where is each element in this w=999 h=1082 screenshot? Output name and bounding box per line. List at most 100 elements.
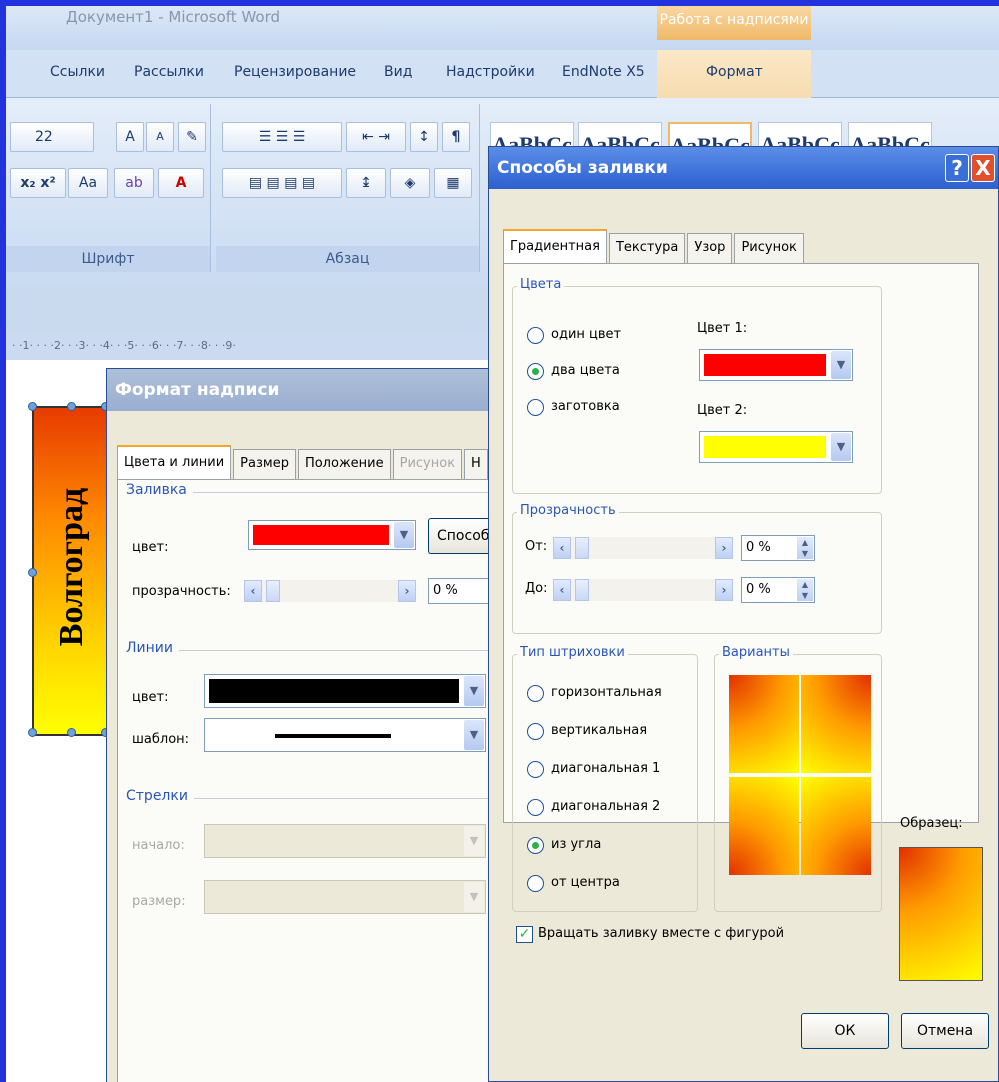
fill-dialog-tabs: Градиентная Текстура Узор Рисунок	[503, 229, 806, 263]
from-slider[interactable]: ‹ ›	[553, 537, 733, 559]
radio-two-colors[interactable]	[527, 363, 544, 380]
variant-top-left[interactable]	[729, 675, 799, 773]
highlight-icon[interactable]: ab	[114, 168, 154, 198]
tab-more[interactable]: Н	[464, 449, 488, 479]
fill-color-dropdown[interactable]: ▼	[248, 520, 416, 550]
tab-format[interactable]: Формат	[706, 64, 763, 80]
resize-handle[interactable]	[28, 402, 37, 411]
arrow-size-dropdown: ▼	[204, 880, 486, 914]
shrink-font-button[interactable]: A	[146, 122, 174, 152]
radio-diagonal-2-label: диагональная 2	[551, 799, 661, 814]
format-dialog-panel: Заливка цвет: ▼ Способы прозрачность: ‹ …	[117, 479, 538, 1082]
pilcrow-icon[interactable]: ¶	[442, 122, 470, 152]
radio-preset-label: заготовка	[551, 399, 620, 414]
borders-icon[interactable]: ▦	[434, 168, 472, 198]
spin-icon[interactable]: ▲ ▼	[797, 579, 813, 601]
tab-picture[interactable]: Рисунок	[392, 449, 463, 479]
rotate-fill-checkbox[interactable]: ✓	[516, 926, 533, 943]
slider-thumb[interactable]	[575, 579, 589, 601]
slider-left-icon[interactable]: ‹	[244, 580, 262, 602]
resize-handle[interactable]	[28, 568, 37, 577]
line-spacing-icon[interactable]: ↨	[346, 168, 386, 198]
resize-handle[interactable]	[28, 728, 37, 737]
color1-dropdown[interactable]: ▼	[699, 349, 853, 381]
variant-bottom-left[interactable]	[729, 777, 799, 875]
transparency-group-label: Прозрачность	[517, 503, 619, 518]
font-color-icon[interactable]: A	[158, 168, 204, 198]
resize-handle[interactable]	[67, 402, 76, 411]
fill-section-label: Заливка	[126, 482, 193, 498]
tab-mailings[interactable]: Рассылки	[134, 64, 204, 80]
cancel-button[interactable]: Отмена	[901, 1013, 989, 1049]
change-case-button[interactable]: Aa	[68, 168, 108, 198]
slider-thumb[interactable]	[266, 580, 280, 602]
tab-picture[interactable]: Рисунок	[734, 233, 804, 263]
to-slider[interactable]: ‹ ›	[553, 579, 733, 601]
tab-view[interactable]: Вид	[384, 64, 412, 80]
radio-diagonal-1[interactable]	[527, 761, 544, 778]
slider-thumb[interactable]	[575, 537, 589, 559]
tab-endnote[interactable]: EndNote X5	[562, 64, 645, 80]
tab-texture[interactable]: Текстура	[608, 233, 686, 263]
close-icon[interactable]: X	[971, 154, 995, 182]
tab-references[interactable]: Ссылки	[50, 64, 105, 80]
slider-right-icon[interactable]: ›	[398, 580, 416, 602]
radio-diagonal-2[interactable]	[527, 799, 544, 816]
fill-dialog-title: Способы заливки	[489, 147, 998, 189]
slider-right-icon[interactable]: ›	[715, 537, 733, 559]
radio-vertical[interactable]	[527, 723, 544, 740]
transparency-label: прозрачность:	[132, 584, 231, 599]
arrow-begin-label: начало:	[132, 838, 185, 853]
radio-horizontal[interactable]	[527, 685, 544, 702]
indent-buttons[interactable]: ⇤ ⇥	[346, 122, 406, 152]
slider-left-icon[interactable]: ‹	[553, 579, 571, 601]
subscript-button[interactable]: x₂ x²	[10, 168, 66, 198]
divider	[188, 492, 538, 493]
line-pattern-preview	[275, 734, 391, 738]
tab-addins[interactable]: Надстройки	[446, 64, 535, 80]
variant-top-right[interactable]	[801, 675, 871, 773]
help-icon[interactable]: ?	[945, 154, 969, 182]
radio-from-corner[interactable]	[527, 837, 544, 854]
font-size-box[interactable]: 22	[10, 122, 94, 152]
tab-gradient[interactable]: Градиентная	[503, 229, 607, 263]
tab-size[interactable]: Размер	[233, 449, 296, 479]
radio-from-center[interactable]	[527, 875, 544, 892]
variant-bottom-right[interactable]	[801, 777, 871, 875]
to-input[interactable]: 0 % ▲ ▼	[741, 577, 815, 603]
color2-swatch	[704, 436, 826, 458]
tab-review[interactable]: Рецензирование	[234, 64, 356, 80]
rotate-fill-label: Вращать заливку вместе с фигурой	[538, 926, 785, 941]
tab-position[interactable]: Положение	[297, 449, 391, 479]
shading-group: Тип штриховки горизонтальная вертикальна…	[512, 645, 698, 912]
ribbon-tabs: Ссылки Рассылки Рецензирование Вид Надст…	[6, 50, 999, 98]
textbox-shape[interactable]: Волгоград	[28, 402, 110, 737]
grow-font-button[interactable]: A	[116, 122, 144, 152]
list-buttons[interactable]: ☰ ☰ ☰	[222, 122, 342, 152]
gradient-panel: Цвета один цвет два цвета заготовка Цвет…	[503, 263, 979, 943]
from-label: От:	[525, 539, 548, 554]
resize-handle[interactable]	[67, 728, 76, 737]
from-input[interactable]: 0 % ▲ ▼	[741, 535, 815, 561]
transparency-slider[interactable]: ‹ ›	[244, 580, 416, 602]
slider-left-icon[interactable]: ‹	[553, 537, 571, 559]
tab-colors-lines[interactable]: Цвета и линии	[117, 445, 232, 479]
radio-one-color[interactable]	[527, 327, 544, 344]
shading-icon[interactable]: ◈	[390, 168, 430, 198]
clear-format-icon[interactable]: ✎	[178, 122, 206, 152]
line-color-dropdown[interactable]: ▼	[204, 674, 486, 708]
from-value: 0 %	[746, 540, 771, 555]
sort-icon[interactable]: ↕	[410, 122, 438, 152]
spin-icon[interactable]: ▲ ▼	[797, 537, 813, 559]
radio-preset[interactable]	[527, 399, 544, 416]
line-pattern-dropdown[interactable]: ▼	[204, 718, 486, 752]
slider-right-icon[interactable]: ›	[715, 579, 733, 601]
lines-section-label: Линии	[126, 640, 179, 656]
tab-pattern[interactable]: Узор	[687, 233, 733, 263]
align-buttons[interactable]: ▤ ▤ ▤ ▤	[222, 168, 342, 198]
shading-group-label: Тип штриховки	[517, 645, 628, 660]
transparency-group: Прозрачность От: ‹ › 0 % ▲ ▼ До: ‹ › 0 %…	[512, 503, 882, 634]
fill-color-swatch	[253, 525, 389, 545]
color2-dropdown[interactable]: ▼	[699, 431, 853, 463]
ok-button[interactable]: ОК	[801, 1013, 889, 1049]
